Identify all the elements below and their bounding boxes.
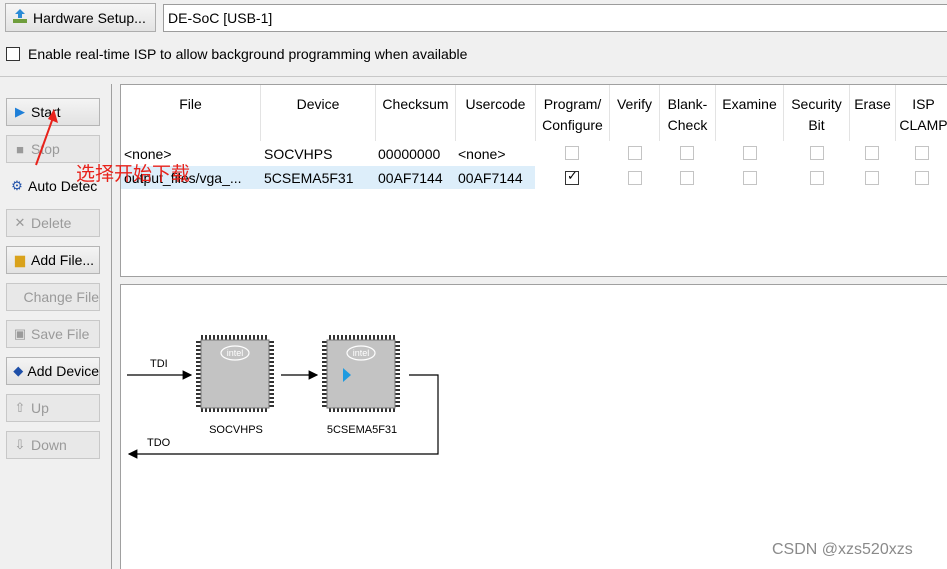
- auto-detect-icon: ⚙: [11, 178, 23, 193]
- row1-program-checkbox[interactable]: [565, 146, 579, 160]
- col-header-isp-clamp[interactable]: ISP CLAMP: [896, 85, 947, 141]
- row2-isp-checkbox[interactable]: [915, 171, 929, 185]
- save-icon: ▣: [13, 326, 27, 341]
- device1-label: SOCVHPS: [209, 424, 263, 436]
- col-header-verify[interactable]: Verify: [610, 85, 660, 141]
- row1-isp-checkbox[interactable]: [915, 146, 929, 160]
- device1-intel-logo: intel: [227, 348, 244, 358]
- col-header-blank-check[interactable]: Blank- Check: [660, 85, 716, 141]
- isp-option[interactable]: Enable real-time ISP to allow background…: [6, 44, 467, 64]
- start-icon: ▶: [15, 104, 25, 119]
- jtag-chain-diagram: TDI intel SOCVHPS intel 5CSEMA5F31 TDO: [127, 335, 439, 459]
- programming-file-table: File Device Checksum Usercode Program/ C…: [120, 84, 947, 277]
- hardware-setup-button[interactable]: Hardware Setup...: [5, 3, 156, 32]
- row1-checksum[interactable]: 00000000: [375, 143, 455, 165]
- up-label: Up: [31, 400, 49, 416]
- col-header-checksum[interactable]: Checksum: [376, 85, 456, 141]
- up-button[interactable]: ⇧ Up: [6, 394, 100, 422]
- col-header-program[interactable]: Program/ Configure: [536, 85, 610, 141]
- row2-checksum[interactable]: 00AF7144: [375, 167, 455, 189]
- row1-blank-check-checkbox[interactable]: [680, 146, 694, 160]
- row2-verify-checkbox[interactable]: [628, 171, 642, 185]
- isp-label: Enable real-time ISP to allow background…: [28, 46, 468, 62]
- hardware-setup-label: Hardware Setup...: [33, 9, 146, 26]
- add-device-icon: ◆: [13, 363, 24, 378]
- col-header-usercode[interactable]: Usercode: [456, 85, 536, 141]
- add-file-label: Add File...: [31, 252, 95, 268]
- down-label: Down: [31, 437, 67, 453]
- device2-label: 5CSEMA5F31: [327, 424, 397, 436]
- down-button[interactable]: ⇩ Down: [6, 431, 100, 459]
- row1-examine-checkbox[interactable]: [743, 146, 757, 160]
- tdo-label: TDO: [147, 437, 171, 449]
- check-icon: ✓: [567, 168, 578, 183]
- change-file-label: Change File: [23, 289, 100, 305]
- top-divider: [0, 76, 947, 77]
- device2-chip[interactable]: intel: [322, 335, 400, 412]
- hardware-icon: [11, 8, 29, 27]
- watermark: CSDN @xzs520xzs: [772, 541, 913, 558]
- delete-button[interactable]: ✕ Delete: [6, 209, 100, 237]
- annotation-arrow-icon: [35, 109, 58, 166]
- device2-intel-logo: intel: [353, 348, 370, 358]
- add-device-label: Add Device: [27, 363, 99, 379]
- row1-usercode[interactable]: <none>: [455, 143, 535, 165]
- row2-blank-check-checkbox[interactable]: [680, 171, 694, 185]
- folder-icon: ▆: [15, 252, 25, 267]
- row2-usercode[interactable]: 00AF7144: [455, 167, 535, 189]
- col-header-erase[interactable]: Erase: [850, 85, 896, 141]
- delete-icon: ✕: [14, 215, 26, 230]
- isp-checkbox[interactable]: [6, 47, 20, 61]
- col-header-device[interactable]: Device: [261, 85, 376, 141]
- col-header-security-bit[interactable]: Security Bit: [784, 85, 850, 141]
- stop-icon: ■: [16, 141, 24, 157]
- delete-label: Delete: [31, 215, 72, 231]
- save-file-button[interactable]: ▣ Save File: [6, 320, 100, 348]
- tdi-label: TDI: [150, 358, 168, 370]
- change-file-button[interactable]: Change File: [6, 283, 100, 311]
- row2-security-checkbox[interactable]: [810, 171, 824, 185]
- row1-erase-checkbox[interactable]: [865, 146, 879, 160]
- add-file-button[interactable]: ▆ Add File...: [6, 246, 100, 274]
- device1-chip[interactable]: intel: [196, 335, 274, 412]
- add-device-button[interactable]: ◆ Add Device: [6, 357, 100, 385]
- row2-program-checkbox[interactable]: ✓: [565, 168, 579, 185]
- down-arrow-icon: ⇩: [14, 437, 26, 452]
- row1-device[interactable]: SOCVHPS: [261, 143, 376, 165]
- col-header-file[interactable]: File: [121, 85, 261, 141]
- row2-erase-checkbox[interactable]: [865, 171, 879, 185]
- row1-security-checkbox[interactable]: [810, 146, 824, 160]
- col-header-examine[interactable]: Examine: [716, 85, 784, 141]
- row1-verify-checkbox[interactable]: [628, 146, 642, 160]
- up-arrow-icon: ⇧: [14, 400, 26, 415]
- annotation-text: 选择开始下载: [76, 164, 191, 185]
- save-file-label: Save File: [31, 326, 90, 342]
- row2-examine-checkbox[interactable]: [743, 171, 757, 185]
- hardware-field: DE-SoC [USB-1]: [163, 4, 947, 32]
- row2-device[interactable]: 5CSEMA5F31: [261, 167, 376, 189]
- jtag-chain-panel: TDI intel SOCVHPS intel 5CSEMA5F31 TDO: [120, 284, 947, 569]
